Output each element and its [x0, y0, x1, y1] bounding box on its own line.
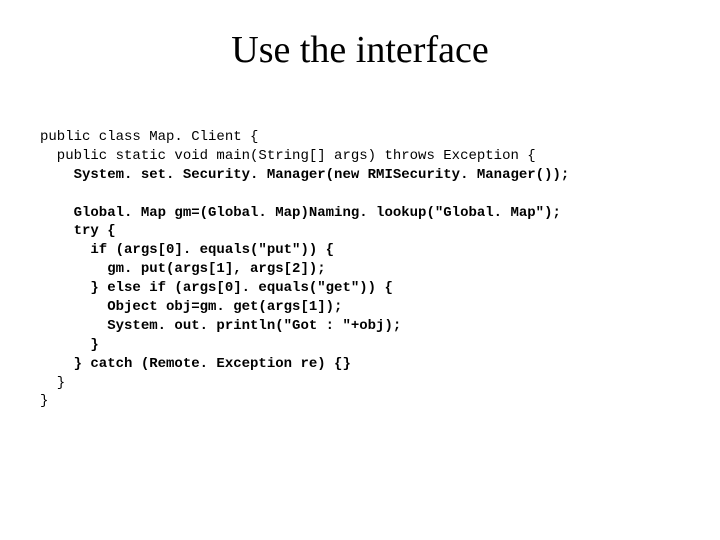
- code-line: } catch (Remote. Exception re) {}: [40, 356, 351, 372]
- code-line: } else if (args[0]. equals("get")) {: [40, 280, 393, 296]
- code-line: public static void main(String[] args) t…: [40, 148, 536, 164]
- code-line: Global. Map gm=(Global. Map)Naming. look…: [40, 205, 561, 221]
- code-line: System. set. Security. Manager(new RMISe…: [40, 167, 569, 183]
- code-block: public class Map. Client { public static…: [40, 128, 680, 411]
- slide-title: Use the interface: [40, 28, 680, 72]
- code-line: try {: [40, 223, 116, 239]
- code-line: Object obj=gm. get(args[1]);: [40, 299, 342, 315]
- slide: Use the interface public class Map. Clie…: [0, 0, 720, 540]
- code-line: public class Map. Client {: [40, 129, 258, 145]
- code-line: }: [40, 375, 65, 391]
- code-line: }: [40, 337, 99, 353]
- code-line: gm. put(args[1], args[2]);: [40, 261, 326, 277]
- code-line: }: [40, 393, 48, 409]
- code-line: System. out. println("Got : "+obj);: [40, 318, 401, 334]
- code-line: if (args[0]. equals("put")) {: [40, 242, 334, 258]
